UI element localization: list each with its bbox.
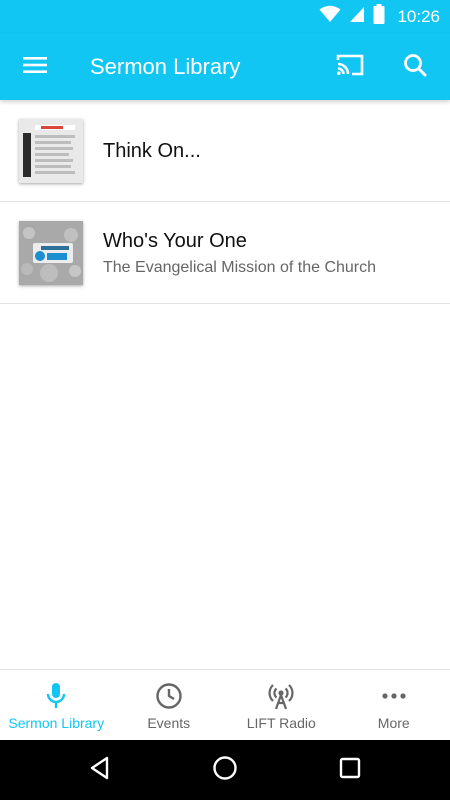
sermon-list: Think On... Who's Your One The Evangelic… — [0, 100, 450, 304]
bottom-nav: Sermon Library Events LIFT Radio More — [0, 669, 450, 740]
nav-lift-radio[interactable]: LIFT Radio — [225, 670, 338, 740]
wifi-icon — [319, 5, 341, 28]
sermon-title: Who's Your One — [103, 229, 247, 252]
status-bar: 10:26 — [0, 0, 450, 33]
cast-icon — [335, 53, 365, 82]
cast-button[interactable] — [328, 47, 372, 87]
nav-more[interactable]: More — [338, 670, 450, 740]
clock-icon — [155, 682, 183, 710]
status-icons: 10:26 — [319, 0, 440, 33]
cell-signal-icon — [349, 5, 365, 28]
nav-events[interactable]: Events — [113, 670, 226, 740]
recents-button[interactable] — [332, 752, 368, 788]
search-icon — [403, 53, 427, 82]
back-icon — [88, 756, 112, 785]
sermon-title: Think On... — [103, 139, 201, 162]
menu-button[interactable] — [14, 47, 56, 87]
more-dots-icon — [380, 682, 408, 710]
page-title: Sermon Library — [90, 54, 241, 79]
battery-icon — [373, 4, 385, 29]
app-bar: Sermon Library — [0, 33, 450, 100]
nav-label: LIFT Radio — [246, 715, 316, 731]
home-icon — [212, 755, 238, 786]
system-nav-bar — [0, 740, 450, 800]
sermon-thumbnail — [19, 119, 83, 183]
search-button[interactable] — [394, 47, 436, 87]
list-item[interactable]: Think On... — [0, 100, 450, 202]
status-time: 10:26 — [397, 6, 440, 26]
nav-label: More — [377, 715, 410, 731]
nav-sermon-library[interactable]: Sermon Library — [0, 670, 113, 740]
list-item[interactable]: Who's Your One The Evangelical Mission o… — [0, 202, 450, 304]
nav-label: Events — [147, 715, 191, 731]
sermon-thumbnail — [19, 221, 83, 285]
sermon-text: Think On... — [103, 100, 201, 202]
nav-label: Sermon Library — [8, 715, 105, 731]
sermon-subtitle: The Evangelical Mission of the Church — [103, 258, 377, 276]
recents-icon — [338, 756, 362, 785]
back-button[interactable] — [82, 752, 118, 788]
radio-tower-icon — [267, 682, 295, 710]
menu-icon — [22, 55, 48, 80]
microphone-icon — [45, 682, 67, 710]
sermon-text: Who's Your One The Evangelical Mission o… — [103, 202, 376, 304]
home-button[interactable] — [207, 752, 243, 788]
